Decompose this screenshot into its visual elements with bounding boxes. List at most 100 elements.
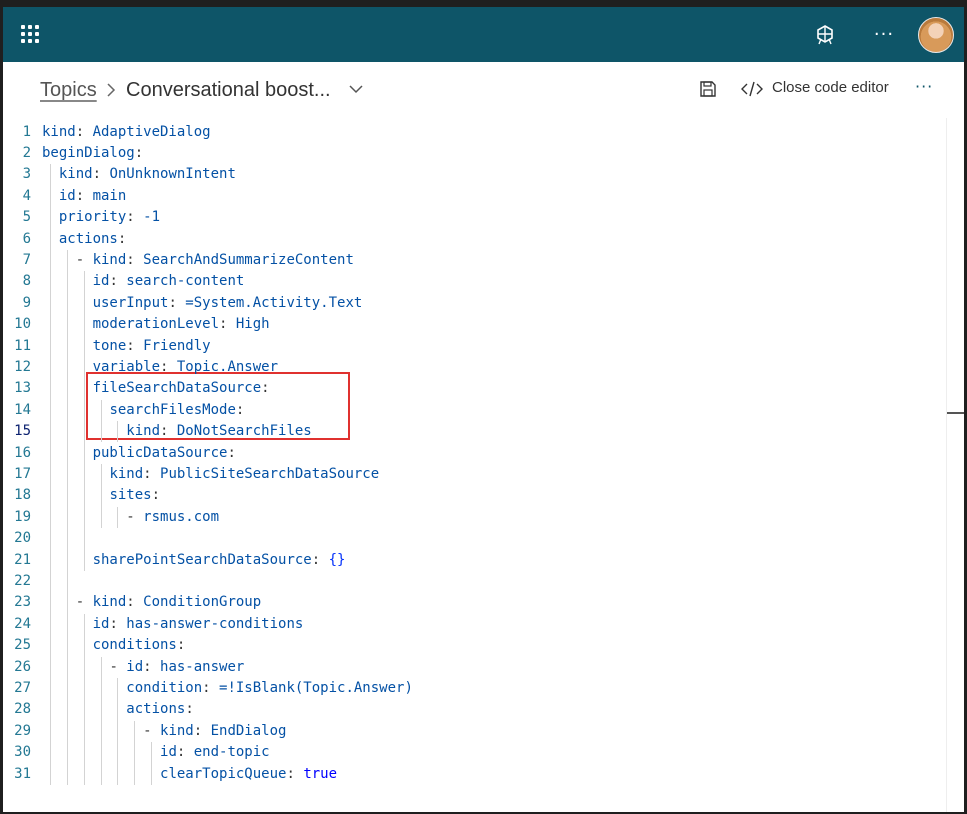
code-text: id: has-answer-conditions — [92, 615, 304, 632]
yaml-key: kind — [109, 465, 144, 482]
code-text: fileSearchDataSource: — [92, 380, 270, 397]
more-options-icon[interactable]: ··· — [915, 77, 933, 96]
code-line[interactable]: 12 variable: Topic.Answer — [3, 357, 943, 378]
line-number: 24 — [14, 615, 31, 632]
code-line[interactable]: 31 clearTopicQueue: true — [3, 764, 943, 785]
yaml-value: end-topic — [193, 744, 270, 761]
code-line[interactable]: 13 fileSearchDataSource: — [3, 378, 943, 399]
code-icon[interactable] — [741, 80, 763, 98]
code-line[interactable]: 25 conditions: — [3, 635, 943, 656]
line-number: 30 — [14, 744, 31, 761]
yaml-value: SearchAndSummarizeContent — [143, 251, 354, 268]
line-number: 2 — [22, 144, 31, 161]
yaml-key: clearTopicQueue — [160, 765, 287, 782]
code-line[interactable]: 6 actions: — [3, 229, 943, 250]
yaml-value: DoNotSearchFiles — [176, 423, 312, 440]
indent-guide — [134, 720, 136, 785]
code-text: beginDialog: — [42, 144, 144, 161]
code-text: kind: AdaptiveDialog — [42, 123, 211, 140]
code-line[interactable]: 9 userInput: =System.Activity.Text — [3, 293, 943, 314]
code-text: sites: — [109, 487, 161, 504]
code-text: condition: =!IsBlank(Topic.Answer) — [126, 679, 413, 696]
yaml-key: id — [92, 273, 110, 290]
code-line[interactable]: 4 id: main — [3, 186, 943, 207]
yaml-value: has-answer — [160, 658, 245, 675]
line-number: 17 — [14, 465, 31, 482]
code-line[interactable]: 14 searchFilesMode: — [3, 400, 943, 421]
code-line[interactable]: 1 kind: AdaptiveDialog — [3, 122, 943, 143]
more-icon[interactable]: ··· — [872, 25, 896, 45]
yaml-value: {} — [328, 551, 346, 568]
code-line[interactable]: 21 sharePointSearchDataSource: {} — [3, 550, 943, 571]
code-text: kind: PublicSiteSearchDataSource — [109, 465, 380, 482]
code-line[interactable]: 28 actions: — [3, 699, 943, 720]
line-number: 4 — [22, 187, 31, 204]
code-line[interactable]: 29 - kind: EndDialog — [3, 721, 943, 742]
line-number: 5 — [22, 209, 31, 226]
code-line[interactable]: 24 id: has-answer-conditions — [3, 614, 943, 635]
code-line[interactable]: 16 publicDataSource: — [3, 443, 943, 464]
chevron-right-icon — [107, 83, 116, 97]
yaml-key: searchFilesMode — [109, 401, 236, 418]
code-line[interactable]: 3 kind: OnUnknownIntent — [3, 164, 943, 185]
code-text: publicDataSource: — [92, 444, 236, 461]
code-line[interactable]: 17 kind: PublicSiteSearchDataSource — [3, 464, 943, 485]
copilot-icon[interactable] — [813, 23, 837, 47]
code-line[interactable]: 11 tone: Friendly — [3, 336, 943, 357]
line-number: 19 — [14, 508, 31, 525]
yaml-key: moderationLevel — [92, 316, 220, 333]
code-text: conditions: — [92, 637, 186, 654]
indent-guide — [50, 164, 51, 785]
chevron-down-icon[interactable] — [348, 83, 364, 95]
editor-header: Topics Conversational boost... Close cod… — [3, 62, 964, 118]
line-number: 13 — [14, 380, 31, 397]
topic-title: Conversational boost... — [126, 79, 331, 101]
line-number: 1 — [22, 123, 31, 140]
code-line[interactable]: 8 id: search-content — [3, 271, 943, 292]
yaml-key: kind — [160, 722, 194, 739]
code-text: - rsmus.com — [126, 508, 220, 525]
yaml-value: rsmus.com — [143, 508, 220, 525]
code-line[interactable]: 20 — [3, 528, 943, 549]
line-number: 28 — [14, 701, 31, 718]
scrollbar[interactable] — [946, 118, 964, 812]
save-icon[interactable] — [699, 80, 717, 98]
code-line[interactable]: 10 moderationLevel: High — [3, 314, 943, 335]
yaml-key: priority — [58, 209, 127, 226]
code-text: - id: has-answer — [109, 658, 245, 675]
line-number: 25 — [14, 637, 31, 654]
code-text: id: main — [58, 187, 127, 204]
waffle-icon[interactable] — [21, 25, 41, 45]
code-text: priority: -1 — [58, 209, 161, 226]
avatar[interactable] — [918, 17, 954, 53]
code-line[interactable]: 5 priority: -1 — [3, 207, 943, 228]
yaml-key: id — [58, 187, 76, 204]
scrollbar-cursor-marker — [947, 412, 964, 414]
indent-guide — [151, 742, 153, 785]
yaml-key: id — [160, 744, 177, 761]
code-line[interactable]: 7 - kind: SearchAndSummarizeContent — [3, 250, 943, 271]
code-line[interactable]: 26 - id: has-answer — [3, 657, 943, 678]
code-line[interactable]: 2 beginDialog: — [3, 143, 943, 164]
code-line[interactable]: 27 condition: =!IsBlank(Topic.Answer) — [3, 678, 943, 699]
code-editor[interactable]: 1 kind: AdaptiveDialog 2 beginDialog: 3 kind:… — [3, 118, 964, 812]
close-code-editor-button[interactable]: Close code editor — [772, 79, 889, 96]
yaml-key: tone — [92, 337, 127, 354]
yaml-key: variable — [92, 358, 161, 375]
code-line[interactable]: 18 sites: — [3, 485, 943, 506]
code-text: sharePointSearchDataSource: {} — [92, 551, 346, 568]
yaml-value: ConditionGroup — [143, 594, 262, 611]
indent-guide — [117, 677, 119, 785]
code-line[interactable]: 19 - rsmus.com — [3, 507, 943, 528]
code-line[interactable]: 30 id: end-topic — [3, 742, 943, 763]
code-line[interactable]: 15 kind: DoNotSearchFiles — [3, 421, 943, 442]
code-line[interactable]: 22 — [3, 571, 943, 592]
code-text: userInput: =System.Activity.Text — [92, 294, 363, 311]
breadcrumb-topics-link[interactable]: Topics — [40, 79, 97, 102]
yaml-value: =!IsBlank(Topic.Answer) — [219, 679, 413, 696]
yaml-key: sharePointSearchDataSource — [92, 551, 312, 568]
code-line[interactable]: 23 - kind: ConditionGroup — [3, 592, 943, 613]
yaml-value: Friendly — [143, 337, 211, 354]
line-number: 10 — [14, 316, 31, 333]
code-text: clearTopicQueue: true — [160, 765, 338, 782]
